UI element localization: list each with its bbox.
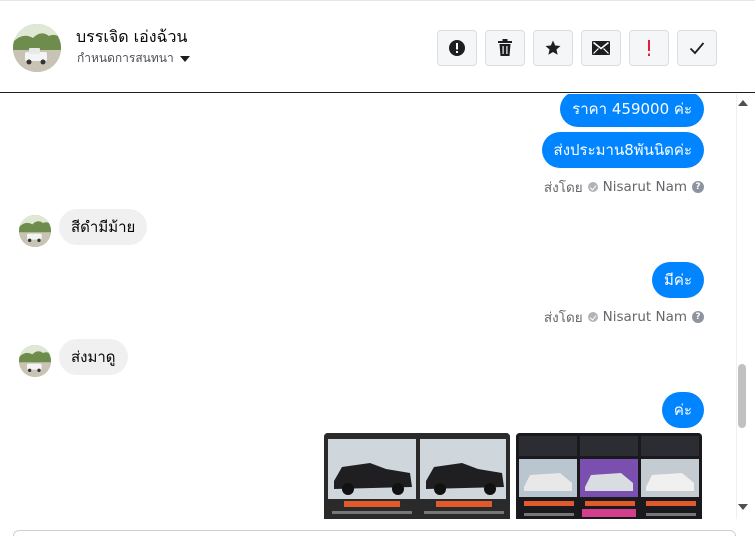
sender-name: Nisarut Nam — [602, 309, 687, 325]
header-top-divider — [0, 0, 755, 4]
car-listing-image — [324, 433, 510, 519]
scroll-thumb[interactable] — [738, 364, 746, 428]
scroll-down-arrow-icon[interactable] — [738, 504, 748, 510]
envelope-icon — [592, 41, 610, 55]
star-button[interactable] — [533, 30, 573, 66]
outgoing-message[interactable]: ค่ะ — [661, 392, 704, 428]
image-attachment[interactable] — [516, 433, 702, 519]
info-button[interactable] — [437, 30, 477, 66]
trash-icon — [498, 39, 512, 56]
help-icon[interactable]: ? — [692, 311, 704, 323]
outgoing-message[interactable]: ราคา 459000 ค่ะ — [560, 94, 704, 127]
message-thread[interactable]: ราคา 459000 ค่ะ ส่งประมาน8พันนิดค่ะ ส่งโ… — [0, 94, 736, 519]
thread-scrollbar[interactable] — [736, 94, 755, 519]
scroll-up-arrow-icon[interactable] — [738, 100, 748, 106]
conversation-settings-dropdown[interactable]: กำหนดการสนทนา — [77, 49, 190, 68]
outgoing-message[interactable]: มีค่ะ — [652, 262, 704, 298]
sender-name: Nisarut Nam — [602, 179, 687, 195]
contact-avatar-small[interactable] — [19, 215, 51, 247]
contact-avatar-small[interactable] — [19, 345, 51, 377]
alert-circle-icon — [449, 40, 465, 56]
car-listing-collage — [516, 433, 702, 519]
delete-button[interactable] — [485, 30, 525, 66]
sent-by-info: ส่งโดย Nisarut Nam ? — [544, 176, 704, 198]
spam-button[interactable] — [629, 30, 669, 66]
contact-name[interactable]: บรรเจิด เอ่งฉ้วน — [76, 25, 187, 50]
mail-button[interactable] — [581, 30, 621, 66]
avatar-photo — [19, 345, 51, 377]
checkmark-icon — [689, 42, 705, 55]
incoming-message[interactable]: ส่งมาดู — [59, 339, 128, 375]
image-attachment[interactable] — [324, 433, 510, 519]
message-composer[interactable] — [13, 530, 736, 536]
avatar-photo — [19, 215, 51, 247]
verified-check-icon — [587, 312, 598, 322]
conversation-settings-label: กำหนดการสนทนา — [77, 51, 174, 65]
exclamation-icon — [648, 40, 650, 56]
caret-down-icon — [179, 55, 190, 62]
contact-avatar[interactable] — [13, 24, 61, 72]
conversation-header: บรรเจิด เอ่งฉ้วน กำหนดการสนทนา — [0, 0, 755, 93]
outgoing-message[interactable]: ส่งประมาน8พันนิดค่ะ — [541, 132, 704, 168]
star-icon — [545, 40, 561, 55]
help-icon[interactable]: ? — [692, 181, 704, 193]
sent-by-info: ส่งโดย Nisarut Nam ? — [544, 306, 704, 328]
done-button[interactable] — [677, 30, 717, 66]
sent-by-label: ส่งโดย — [543, 310, 583, 326]
verified-check-icon — [587, 182, 598, 192]
sent-by-label: ส่งโดย — [543, 180, 583, 196]
avatar-photo — [13, 24, 61, 72]
incoming-message[interactable]: สีดำมีม้าย — [59, 209, 148, 245]
